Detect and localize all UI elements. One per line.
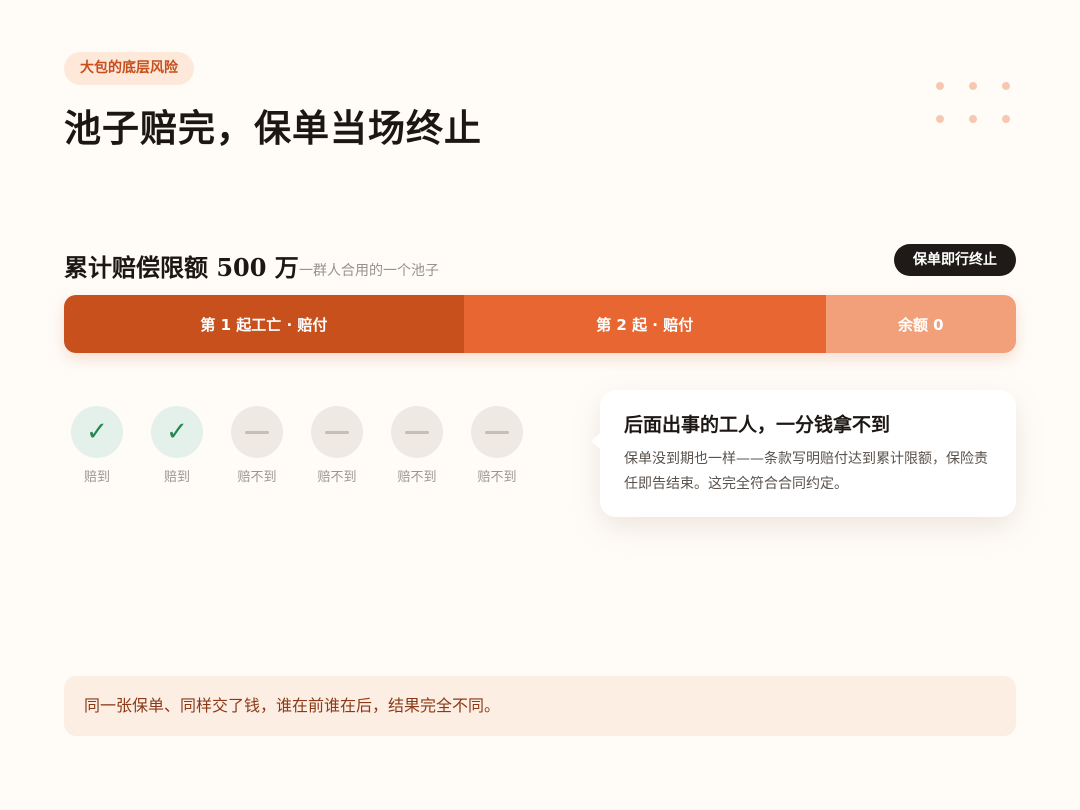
page-title: 池子赔完，保单当场终止 [64,106,482,150]
limit-subtitle: 一群人合用的一个池子 [299,263,439,279]
worker-item: 赔不到 [304,406,370,485]
worker-status-label: 赔不到 [397,470,437,485]
terminate-badge: 保单即行终止 [894,244,1016,276]
footer-note: 同一张保单、同样交了钱，谁在前谁在后，结果完全不同。 [64,676,1016,736]
dot-icon [1002,82,1010,90]
bar-segment-remaining: 余额 0 [825,295,1016,353]
bar-segment-claim-1: 第 1 起工亡 · 赔付 [64,295,464,353]
limit-title: 累计赔偿限额 500 万 [64,253,299,282]
dot-icon [936,82,944,90]
worker-item: ✓ 赔到 [144,406,210,485]
worker-status-circle: ✓ [151,406,203,458]
worker-status-circle [391,406,443,458]
dash-icon [485,431,509,434]
callout-body: 保单没到期也一样——条款写明赔付达到累计限额，保险责任即告结束。这完全符合合同约… [624,451,988,492]
callout-card: 后面出事的工人，一分钱拿不到 保单没到期也一样——条款写明赔付达到累计限额，保险… [591,390,1016,517]
dash-icon [245,431,269,434]
worker-item: ✓ 赔到 [64,406,130,485]
worker-status-label: 赔到 [83,470,110,485]
decorative-dots [934,80,1014,126]
worker-status-label: 赔不到 [317,470,357,485]
worker-status-label: 赔到 [163,470,190,485]
dash-icon [405,431,429,434]
worker-status-circle [311,406,363,458]
category-tag: 大包的底层风险 [64,52,194,85]
worker-status-label: 赔不到 [237,470,277,485]
check-icon: ✓ [166,417,188,447]
worker-status-circle: ✓ [71,406,123,458]
bar-segment-claim-2: 第 2 起 · 赔付 [463,295,826,353]
worker-status-label: 赔不到 [477,470,517,485]
callout-title: 后面出事的工人，一分钱拿不到 [624,414,891,436]
worker-item: 赔不到 [224,406,290,485]
worker-item: 赔不到 [464,406,530,485]
worker-status-circle [231,406,283,458]
payout-bar: 第 1 起工亡 · 赔付 第 2 起 · 赔付 余额 0 [64,295,1016,353]
worker-item: 赔不到 [384,406,450,485]
dot-icon [969,115,977,123]
dot-icon [969,82,977,90]
check-icon: ✓ [86,417,108,447]
dot-icon [936,115,944,123]
dash-icon [325,431,349,434]
dot-icon [1002,115,1010,123]
worker-status-circle [471,406,523,458]
